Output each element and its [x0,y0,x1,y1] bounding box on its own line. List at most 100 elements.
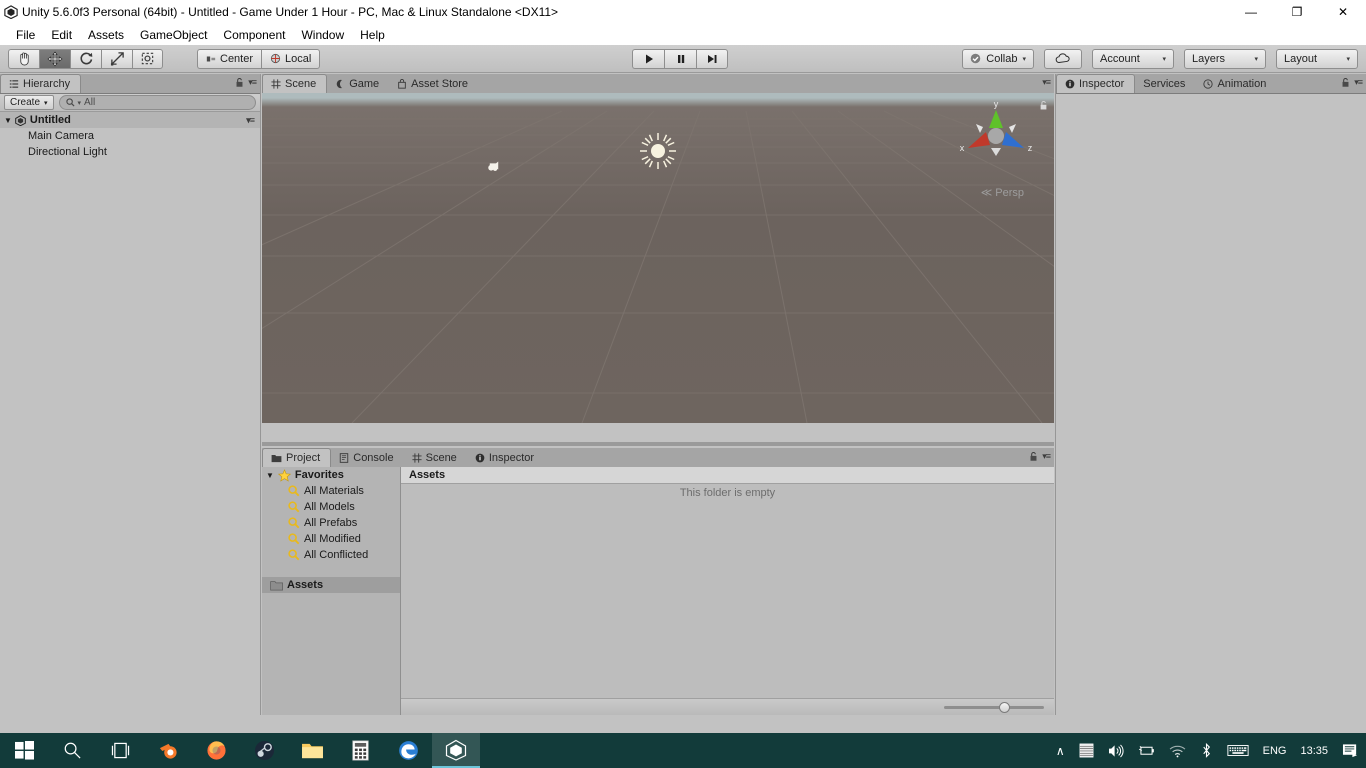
language-indicator[interactable]: ENG [1256,733,1294,768]
collab-label: Collab [986,53,1017,65]
move-tool-button[interactable] [39,49,70,69]
keyboard-icon[interactable] [1220,733,1256,768]
project-zoom-slider[interactable] [944,706,1044,709]
lock-icon[interactable] [1341,77,1350,88]
layers-button[interactable]: Layers ▾ [1184,49,1266,69]
tab-inspector-bottom[interactable]: Inspector [467,448,544,467]
tab-inspector[interactable]: Inspector [1056,74,1135,93]
hierarchy-search-input[interactable]: ▾ All [59,95,256,110]
project-favorites-label: Favorites [295,469,344,481]
project-favorite-all-materials[interactable]: All Materials [262,483,400,499]
start-button[interactable] [0,733,48,768]
hierarchy-item-directional-light[interactable]: Directional Light [0,144,260,160]
menu-file[interactable]: File [8,26,43,44]
project-favorite-label: All Modified [304,533,361,545]
project-tab-bar: Project Console Scene Inspector ▾≡ [262,448,1054,468]
project-zoom-slider-knob[interactable] [999,702,1010,713]
hierarchy-scene-root[interactable]: ▼ Untitled ▾≡ [0,112,260,128]
project-favorite-all-conflicted[interactable]: All Conflicted [262,547,400,563]
minimize-button[interactable]: — [1228,0,1274,24]
project-content[interactable]: Assets This folder is empty [401,467,1054,715]
play-button[interactable] [632,49,664,69]
menu-help[interactable]: Help [352,26,393,44]
menu-window[interactable]: Window [293,26,352,44]
wifi-icon[interactable] [1162,733,1193,768]
scene-menu-icon[interactable]: ▾≡ [246,115,254,126]
close-button[interactable]: ✕ [1320,0,1366,24]
collab-button[interactable]: Collab ▾ [962,49,1034,69]
blender-icon[interactable] [144,733,192,768]
center-icon [206,54,216,64]
project-body: ▼ Favorites All Materials All Models All… [262,467,1054,715]
directional-light-gizmo-icon[interactable] [639,132,677,173]
lock-icon[interactable] [235,77,244,88]
camera-gizmo-icon[interactable] [487,158,505,177]
firefox-icon[interactable] [192,733,240,768]
project-assets-folder[interactable]: Assets [262,577,400,593]
tab-hierarchy[interactable]: Hierarchy [0,74,81,93]
project-favorite-all-modified[interactable]: All Modified [262,531,400,547]
hierarchy-create-button[interactable]: Create ▾ [4,95,54,110]
scene-viewport[interactable]: y x z [262,93,1054,423]
project-tab-tools: ▾≡ [1029,451,1050,462]
tray-chevron-icon[interactable]: ∧ [1049,733,1072,768]
collab-check-icon [970,53,981,64]
layout-button[interactable]: Layout ▾ [1276,49,1358,69]
project-favorite-all-models[interactable]: All Models [262,499,400,515]
project-favorite-all-prefabs[interactable]: All Prefabs [262,515,400,531]
tab-animation[interactable]: Animation [1195,74,1276,93]
panel-menu-icon[interactable]: ▾≡ [1042,77,1050,88]
display-icon[interactable] [1072,733,1101,768]
search-icon[interactable] [48,733,96,768]
tab-services[interactable]: Services [1135,74,1195,93]
scene-projection-label[interactable]: ≪ Persp [981,186,1024,199]
tab-project[interactable]: Project [262,448,331,467]
tab-inspector-label: Inspector [1079,78,1124,90]
calculator-icon[interactable] [336,733,384,768]
lock-icon[interactable] [1029,451,1038,462]
expand-arrow-icon[interactable]: ▼ [4,116,12,125]
restore-button[interactable]: ❐ [1274,0,1320,24]
rect-tool-button[interactable] [132,49,163,69]
volume-icon[interactable] [1101,733,1131,768]
notification-icon[interactable] [1335,733,1366,768]
menu-gameobject[interactable]: GameObject [132,26,215,44]
steam-icon[interactable] [240,733,288,768]
panel-menu-icon[interactable]: ▾≡ [248,77,256,88]
tab-game[interactable]: Game [327,74,389,93]
menu-component[interactable]: Component [215,26,293,44]
hierarchy-item-main-camera[interactable]: Main Camera [0,128,260,144]
scene-lock-icon[interactable] [1039,100,1048,114]
step-button[interactable] [696,49,728,69]
layers-label: Layers [1192,53,1225,65]
battery-icon[interactable] [1131,733,1162,768]
unity-icon[interactable] [432,733,480,768]
tab-scene-bottom[interactable]: Scene [404,448,467,467]
pivot-mode-button[interactable]: Center [197,49,261,69]
tab-console[interactable]: Console [331,448,403,467]
clock[interactable]: 13:35 [1293,733,1335,768]
scene-axis-gizmo[interactable]: y x z [956,96,1036,168]
project-favorites-root[interactable]: ▼ Favorites [262,467,400,483]
hierarchy-tab-tools: ▾≡ [235,77,256,88]
account-button[interactable]: Account ▾ [1092,49,1174,69]
task-view-icon[interactable] [96,733,144,768]
tab-asset-store[interactable]: Asset Store [389,74,478,93]
menu-edit[interactable]: Edit [43,26,80,44]
rotate-tool-button[interactable] [70,49,101,69]
pivot-rotation-button[interactable]: Local [261,49,320,69]
cloud-button[interactable] [1044,49,1082,69]
hand-tool-button[interactable] [8,49,39,69]
scale-tool-button[interactable] [101,49,132,69]
panel-menu-icon[interactable]: ▾≡ [1354,77,1362,88]
pause-button[interactable] [664,49,696,69]
edge-icon[interactable] [384,733,432,768]
project-favorite-label: All Models [304,501,355,513]
bluetooth-icon[interactable] [1193,733,1220,768]
panel-menu-icon[interactable]: ▾≡ [1042,451,1050,462]
file-explorer-icon[interactable] [288,733,336,768]
system-tray: ∧ ENG 13:35 [1049,733,1366,768]
expand-arrow-icon[interactable]: ▼ [266,471,274,480]
tab-scene[interactable]: Scene [262,74,327,93]
menu-assets[interactable]: Assets [80,26,132,44]
